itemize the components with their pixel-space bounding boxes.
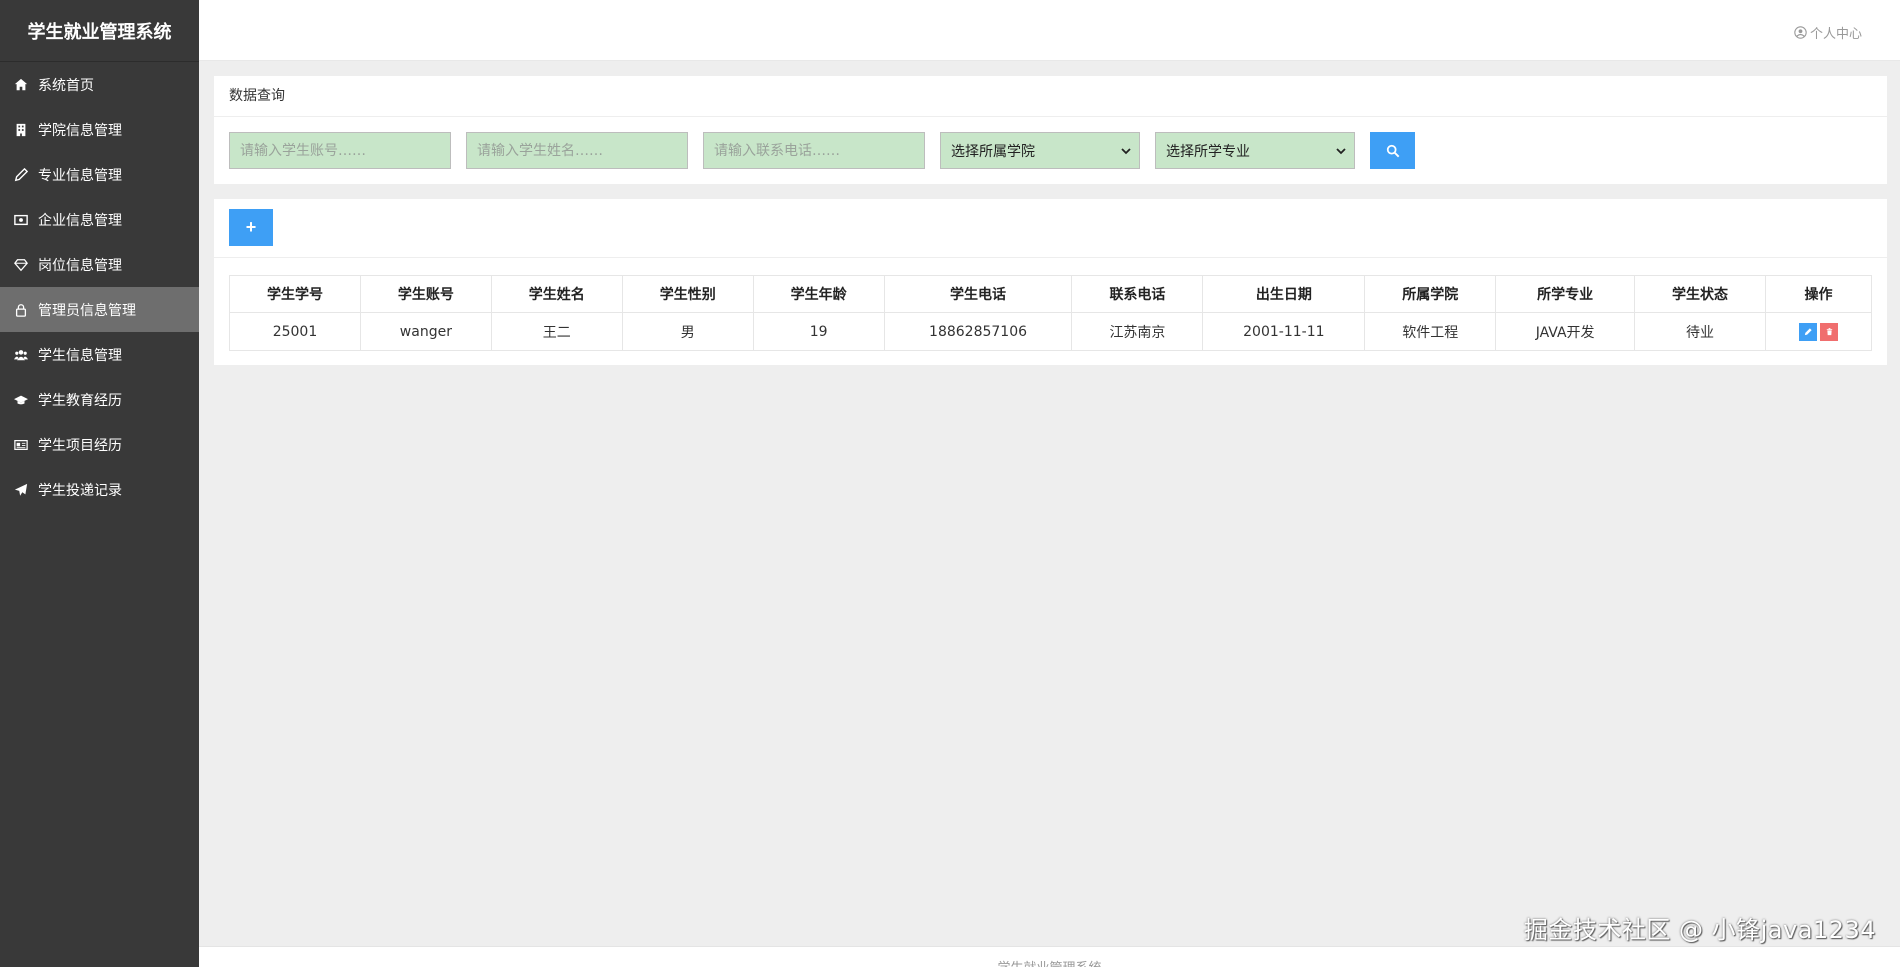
major-select[interactable]: 选择所学专业 bbox=[1155, 132, 1355, 169]
sidebar: 学生就业管理系统 系统首页 学院信息管理 专业信息管理 企业信息管理 岗位信息管… bbox=[0, 0, 199, 967]
column-header: 学生电话 bbox=[883, 275, 1073, 313]
cell-student-id: 25001 bbox=[229, 312, 361, 351]
student-table: 学生学号 学生账号 学生姓名 学生性别 学生年龄 学生电话 联系电话 出生日期 … bbox=[229, 275, 1872, 351]
major-select-value: 选择所学专业 bbox=[1166, 143, 1250, 160]
sidebar-item-projects[interactable]: 学生项目经历 bbox=[0, 422, 199, 467]
sidebar-item-home[interactable]: 系统首页 bbox=[0, 62, 199, 107]
name-search-input[interactable] bbox=[466, 132, 688, 169]
sidebar-item-label: 专业信息管理 bbox=[38, 167, 122, 184]
sidebar-item-admin[interactable]: 管理员信息管理 bbox=[0, 287, 199, 332]
sidebar-item-position[interactable]: 岗位信息管理 bbox=[0, 242, 199, 287]
table-toolbar: + bbox=[214, 199, 1887, 258]
building-icon bbox=[14, 123, 28, 137]
sidebar-menu: 系统首页 学院信息管理 专业信息管理 企业信息管理 岗位信息管理 管理员信息管理… bbox=[0, 62, 199, 512]
account-search-input[interactable] bbox=[229, 132, 451, 169]
column-header: 所学专业 bbox=[1495, 275, 1636, 313]
college-select-value: 选择所属学院 bbox=[951, 143, 1035, 160]
table-row: 25001 wanger 王二 男 19 18862857106 江苏南京 20… bbox=[229, 312, 1872, 351]
column-header: 学生账号 bbox=[359, 275, 492, 313]
sidebar-item-label: 企业信息管理 bbox=[38, 212, 122, 229]
column-header: 出生日期 bbox=[1202, 275, 1366, 313]
pen-icon bbox=[14, 167, 28, 182]
column-header: 学生性别 bbox=[621, 275, 754, 313]
cell-major: JAVA开发 bbox=[1495, 312, 1636, 351]
footer: 学生就业管理系统 bbox=[199, 946, 1900, 967]
search-panel-title: 数据查询 bbox=[214, 76, 1887, 117]
chevron-down-icon bbox=[1336, 147, 1346, 154]
column-header: 联系电话 bbox=[1071, 275, 1204, 313]
sidebar-item-college[interactable]: 学院信息管理 bbox=[0, 107, 199, 152]
sidebar-item-label: 学生投递记录 bbox=[38, 482, 122, 499]
sidebar-item-label: 学院信息管理 bbox=[38, 122, 122, 139]
cell-contact: 江苏南京 bbox=[1071, 312, 1204, 351]
table-header-row: 学生学号 学生账号 学生姓名 学生性别 学生年龄 学生电话 联系电话 出生日期 … bbox=[229, 275, 1872, 313]
cell-gender: 男 bbox=[621, 312, 754, 351]
phone-search-input[interactable] bbox=[703, 132, 925, 169]
sidebar-item-education[interactable]: 学生教育经历 bbox=[0, 377, 199, 422]
graduation-cap-icon bbox=[14, 393, 28, 407]
cell-account: wanger bbox=[359, 312, 492, 351]
trash-icon bbox=[1826, 328, 1832, 336]
sidebar-item-applications[interactable]: 学生投递记录 bbox=[0, 467, 199, 512]
edit-icon bbox=[1804, 328, 1812, 336]
search-button[interactable] bbox=[1370, 132, 1415, 169]
sidebar-item-label: 系统首页 bbox=[38, 77, 94, 94]
chevron-down-icon bbox=[1121, 147, 1131, 154]
cell-status: 待业 bbox=[1634, 312, 1766, 351]
home-icon bbox=[14, 78, 28, 92]
search-icon bbox=[1386, 144, 1399, 157]
watermark: 掘金技术社区 @ 小锋java1234 bbox=[1523, 916, 1876, 944]
sidebar-item-label: 岗位信息管理 bbox=[38, 257, 122, 274]
footer-text: 学生就业管理系统 bbox=[199, 957, 1900, 967]
cell-college: 软件工程 bbox=[1364, 312, 1497, 351]
diamond-icon bbox=[14, 258, 28, 272]
top-header: 个人中心 bbox=[199, 0, 1900, 61]
user-center-label: 个人中心 bbox=[1809, 27, 1862, 42]
cell-age: 19 bbox=[752, 312, 885, 351]
search-row: 选择所属学院 选择所学专业 bbox=[229, 132, 1415, 169]
cell-name: 王二 bbox=[490, 312, 623, 351]
lock-icon bbox=[14, 303, 28, 317]
id-card-icon bbox=[14, 438, 28, 452]
cell-actions bbox=[1765, 312, 1872, 351]
college-select[interactable]: 选择所属学院 bbox=[940, 132, 1140, 169]
sidebar-item-label: 学生信息管理 bbox=[38, 347, 122, 364]
users-icon bbox=[14, 348, 28, 362]
column-header: 学生学号 bbox=[229, 275, 361, 313]
table-panel: + 学生学号 学生账号 学生姓名 学生性别 学生年龄 学生电话 联系电话 出生日… bbox=[214, 199, 1887, 365]
action-buttons bbox=[1766, 313, 1871, 350]
sidebar-item-label: 管理员信息管理 bbox=[38, 302, 136, 319]
user-circle-icon bbox=[1794, 26, 1807, 39]
column-header: 学生姓名 bbox=[490, 275, 623, 313]
column-header: 所属学院 bbox=[1364, 275, 1497, 313]
sidebar-item-company[interactable]: 企业信息管理 bbox=[0, 197, 199, 242]
sidebar-item-major[interactable]: 专业信息管理 bbox=[0, 152, 199, 197]
money-icon bbox=[14, 213, 28, 227]
column-header: 学生状态 bbox=[1634, 275, 1766, 313]
column-header: 学生年龄 bbox=[752, 275, 885, 313]
sidebar-item-label: 学生项目经历 bbox=[38, 437, 122, 454]
sidebar-item-label: 学生教育经历 bbox=[38, 392, 122, 409]
user-center-link[interactable]: 个人中心 bbox=[1794, 23, 1862, 42]
app-title: 学生就业管理系统 bbox=[0, 0, 199, 62]
cell-birthdate: 2001-11-11 bbox=[1202, 312, 1366, 351]
paper-plane-icon bbox=[14, 483, 28, 497]
column-header: 操作 bbox=[1765, 275, 1872, 313]
edit-button[interactable] bbox=[1799, 322, 1817, 341]
cell-phone: 18862857106 bbox=[883, 312, 1073, 351]
delete-button[interactable] bbox=[1820, 322, 1838, 341]
sidebar-item-students[interactable]: 学生信息管理 bbox=[0, 332, 199, 377]
add-button[interactable]: + bbox=[229, 209, 273, 246]
search-panel: 数据查询 选择所属学院 选择所学专业 bbox=[214, 76, 1887, 184]
